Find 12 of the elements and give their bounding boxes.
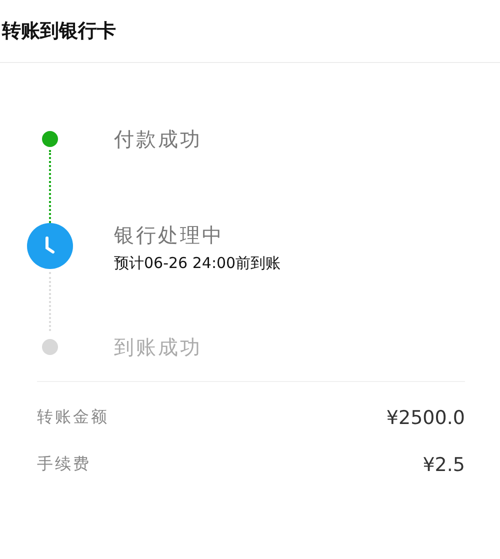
step-title: 付款成功 (114, 126, 202, 153)
step-dot (42, 131, 58, 147)
detail-value: ¥2.5 (422, 454, 465, 476)
step-title: 到账成功 (114, 334, 202, 361)
step-note: 预计06-26 24:00前到账 (114, 253, 281, 274)
detail-label: 手续费 (37, 454, 91, 475)
page-title: 转账到银行卡 (2, 19, 116, 44)
detail-label: 转账金额 (37, 407, 109, 428)
step-title: 银行处理中 (114, 222, 225, 249)
step-dot (42, 339, 58, 355)
detail-value: ¥2500.0 (386, 406, 465, 428)
clock-icon (27, 223, 73, 269)
